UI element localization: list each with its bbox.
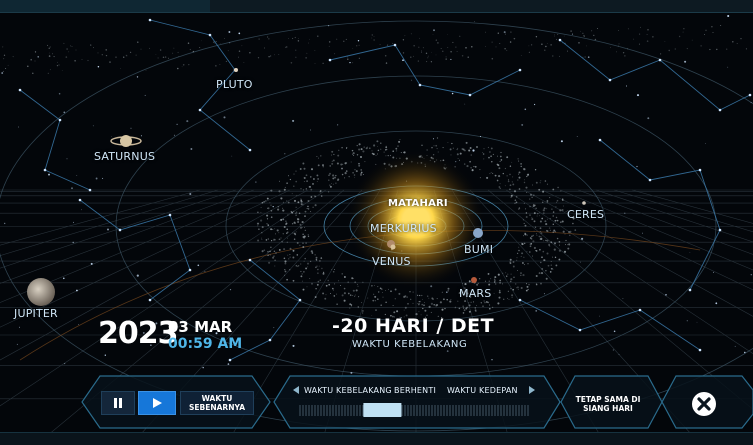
play-icon bbox=[153, 398, 162, 408]
label-mars[interactable]: MARS bbox=[459, 287, 491, 300]
time-direction: WAKTU KEBELAKANG bbox=[352, 339, 468, 350]
same-day-label-2: SIANG HARI bbox=[583, 404, 633, 413]
label-venus[interactable]: VENUS bbox=[372, 255, 411, 268]
mars-planet[interactable] bbox=[471, 277, 477, 283]
ceres-planet[interactable] bbox=[582, 201, 586, 205]
backward-time-button[interactable]: WAKTU KEBELAKANG bbox=[304, 386, 392, 395]
same-day-label-1: TETAP SAMA DI bbox=[575, 395, 641, 404]
saturn-planet[interactable] bbox=[120, 135, 132, 147]
bottom-bar bbox=[0, 432, 753, 445]
time-rate: -20 HARI / DET bbox=[332, 315, 495, 337]
stop-time-button[interactable]: BERHENTI bbox=[394, 386, 436, 395]
play-button[interactable] bbox=[138, 391, 176, 415]
close-button[interactable] bbox=[686, 389, 722, 419]
real-time-label-1: WAKTU bbox=[201, 394, 233, 403]
speed-slider[interactable] bbox=[296, 401, 534, 419]
label-ceres[interactable]: CERES bbox=[567, 208, 604, 221]
forward-time-button[interactable]: WAKTU KEDEPAN bbox=[447, 386, 518, 395]
pluto-planet[interactable] bbox=[234, 68, 238, 72]
label-saturnus[interactable]: SATURNUS bbox=[94, 150, 155, 163]
pause-button[interactable] bbox=[101, 391, 135, 415]
current-date: 03 MAR bbox=[168, 318, 233, 336]
same-daytime-button[interactable]: TETAP SAMA DI SIANG HARI bbox=[566, 389, 650, 419]
current-time: 00:59 AM bbox=[168, 336, 243, 352]
pause-icon bbox=[114, 398, 122, 408]
earth-planet[interactable] bbox=[473, 228, 483, 238]
current-year: 2023 bbox=[98, 316, 178, 351]
close-icon bbox=[692, 392, 716, 416]
label-merkurius[interactable]: MERKURIUS bbox=[370, 222, 437, 235]
label-bumi[interactable]: BUMI bbox=[464, 243, 493, 256]
venus-planet[interactable] bbox=[390, 244, 396, 250]
real-time-label-2: SEBENARNYA bbox=[188, 403, 245, 412]
label-jupiter[interactable]: JUPITER bbox=[14, 307, 58, 320]
label-pluto[interactable]: PLUTO bbox=[216, 78, 253, 91]
solar-system-view[interactable]: PLUTO SATURNUS MATAHARI MERKURIUS VENUS … bbox=[0, 0, 753, 445]
label-matahari[interactable]: MATAHARI bbox=[388, 198, 448, 209]
jupiter-planet[interactable] bbox=[27, 278, 55, 306]
real-time-button[interactable]: WAKTU SEBENARNYA bbox=[180, 391, 254, 415]
